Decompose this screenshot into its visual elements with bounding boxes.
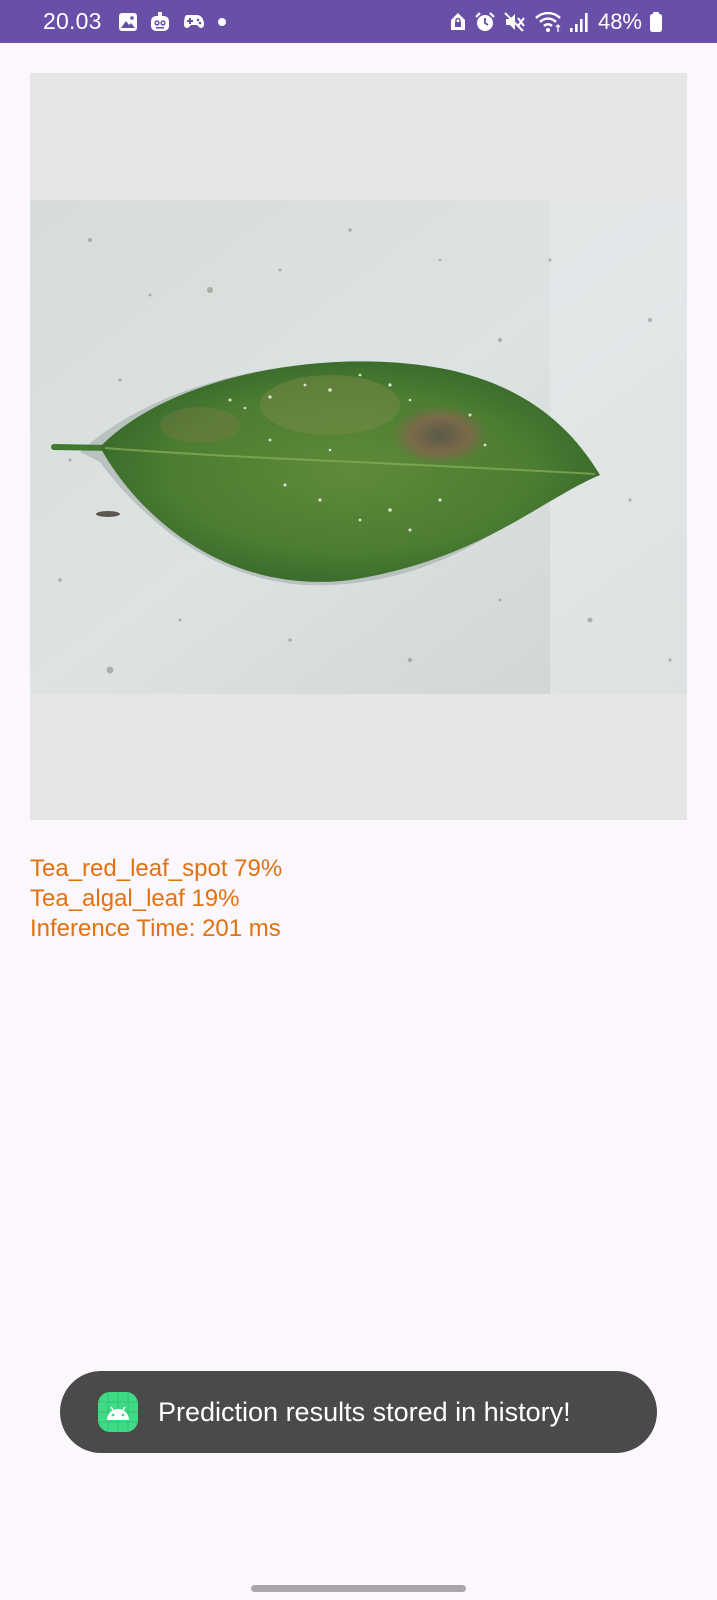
battery-percentage: 48% xyxy=(597,9,642,34)
status-right-icons: 48% xyxy=(449,9,663,35)
status-left-icons xyxy=(118,11,227,33)
status-bar: 20.03 48% xyxy=(0,0,717,43)
leaf-photo xyxy=(30,200,687,694)
image-preview xyxy=(30,73,687,820)
wifi-icon xyxy=(535,11,561,32)
vpn-lock-icon xyxy=(450,13,465,30)
android-app-icon xyxy=(98,1392,138,1432)
toast-message: Prediction results stored in history! xyxy=(158,1397,571,1427)
toast-notification: Prediction results stored in history! xyxy=(60,1371,657,1453)
robot-app-icon xyxy=(151,12,169,31)
alarm-icon xyxy=(475,12,495,31)
status-time: 20.03 xyxy=(43,8,102,34)
gesture-nav-handle[interactable] xyxy=(251,1585,466,1592)
inference-time: Inference Time: 201 ms xyxy=(30,915,281,942)
game-controller-icon xyxy=(184,15,204,28)
mute-icon xyxy=(504,12,525,32)
battery-icon xyxy=(650,12,662,32)
prediction-results: Tea_red_leaf_spot 79% Tea_algal_leaf 19%… xyxy=(30,854,282,944)
prediction-2: Tea_algal_leaf 19% xyxy=(30,885,240,912)
signal-icon xyxy=(569,13,588,32)
prediction-1: Tea_red_leaf_spot 79% xyxy=(30,855,283,882)
gallery-icon xyxy=(119,13,137,31)
notification-dot-icon xyxy=(218,18,226,26)
